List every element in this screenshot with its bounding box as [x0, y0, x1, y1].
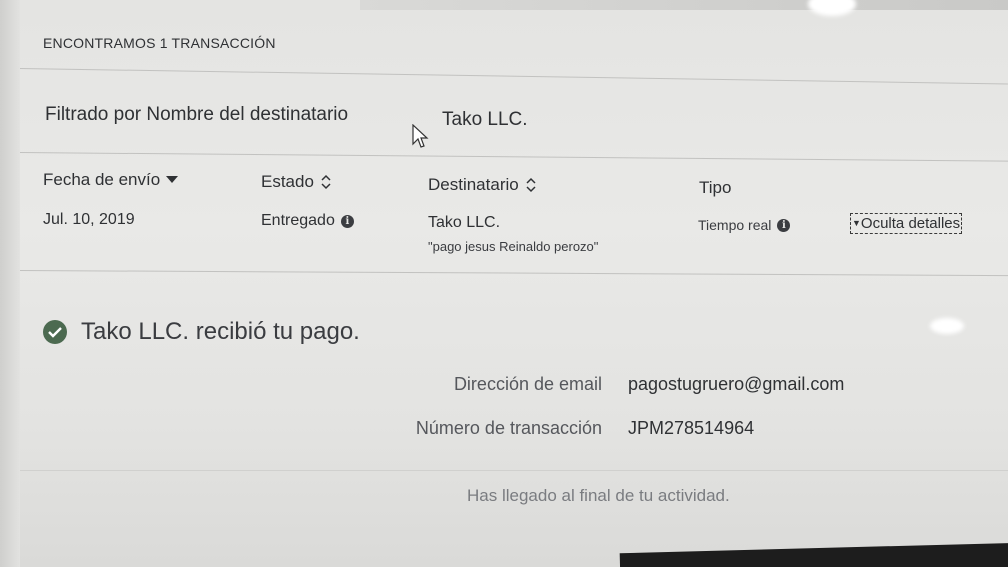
end-of-activity-message: Has llegado al final de tu actividad.: [467, 486, 730, 505]
screen-glare: [808, 0, 856, 16]
filter-label: Filtrado por Nombre del destinatario: [45, 104, 349, 125]
success-message: Tako LLC. recibió tu pago.: [81, 318, 360, 345]
row-recipient: Tako LLC.: [428, 214, 501, 231]
divider: [19, 270, 1008, 277]
results-count: ENCONTRAMOS 1 TRANSACCIÓN: [43, 35, 276, 51]
divider: [20, 470, 1008, 471]
left-edge: [0, 0, 20, 567]
column-header-status[interactable]: Estado: [261, 172, 332, 192]
row-status: Entregado i: [261, 212, 354, 230]
row-type-label: Tiempo real: [698, 217, 772, 233]
check-circle-icon: [43, 320, 67, 344]
filter-value[interactable]: Tako LLC.: [442, 109, 528, 131]
column-header-type-label: Tipo: [699, 178, 732, 197]
caret-down-icon: [166, 176, 179, 183]
payment-success: Tako LLC. recibió tu pago.: [43, 318, 360, 346]
row-date: Jul. 10, 2019: [43, 211, 135, 228]
transaction-number-label: Número de transacción: [415, 418, 602, 438]
column-header-recipient[interactable]: Destinatario: [428, 175, 537, 195]
monitor-bezel: [619, 542, 1008, 567]
column-header-status-label: Estado: [261, 172, 314, 191]
row-type: Tiempo real i: [698, 217, 791, 233]
screen: ENCONTRAMOS 1 TRANSACCIÓN Filtrado por N…: [0, 0, 1008, 567]
row-note: "pago jesus Reinaldo perozo": [428, 239, 599, 254]
info-icon[interactable]: i: [777, 218, 791, 232]
top-strip: [360, 0, 1008, 10]
divider: [19, 68, 1008, 85]
caret-down-icon: ▼: [852, 218, 861, 228]
screen-glare: [930, 318, 964, 334]
info-icon[interactable]: i: [340, 214, 354, 228]
transaction-number-value: JPM278514964: [628, 418, 755, 438]
column-header-recipient-label: Destinatario: [428, 175, 519, 194]
row-status-label: Entregado: [261, 212, 335, 229]
email-label: Dirección de email: [453, 374, 602, 394]
column-header-date-label: Fecha de envío: [43, 170, 161, 189]
column-header-type: Tipo: [699, 178, 731, 198]
mouse-cursor-icon: [412, 124, 429, 148]
column-header-date[interactable]: Fecha de envío: [43, 170, 179, 190]
sort-updown-icon: [321, 174, 331, 190]
email-value: pagostugruero@gmail.com: [628, 374, 845, 394]
divider: [19, 152, 1008, 162]
sort-updown-icon: [526, 177, 536, 193]
hide-details-label: Oculta detalles: [860, 215, 961, 232]
hide-details-toggle[interactable]: ▼Oculta detalles: [850, 213, 963, 234]
